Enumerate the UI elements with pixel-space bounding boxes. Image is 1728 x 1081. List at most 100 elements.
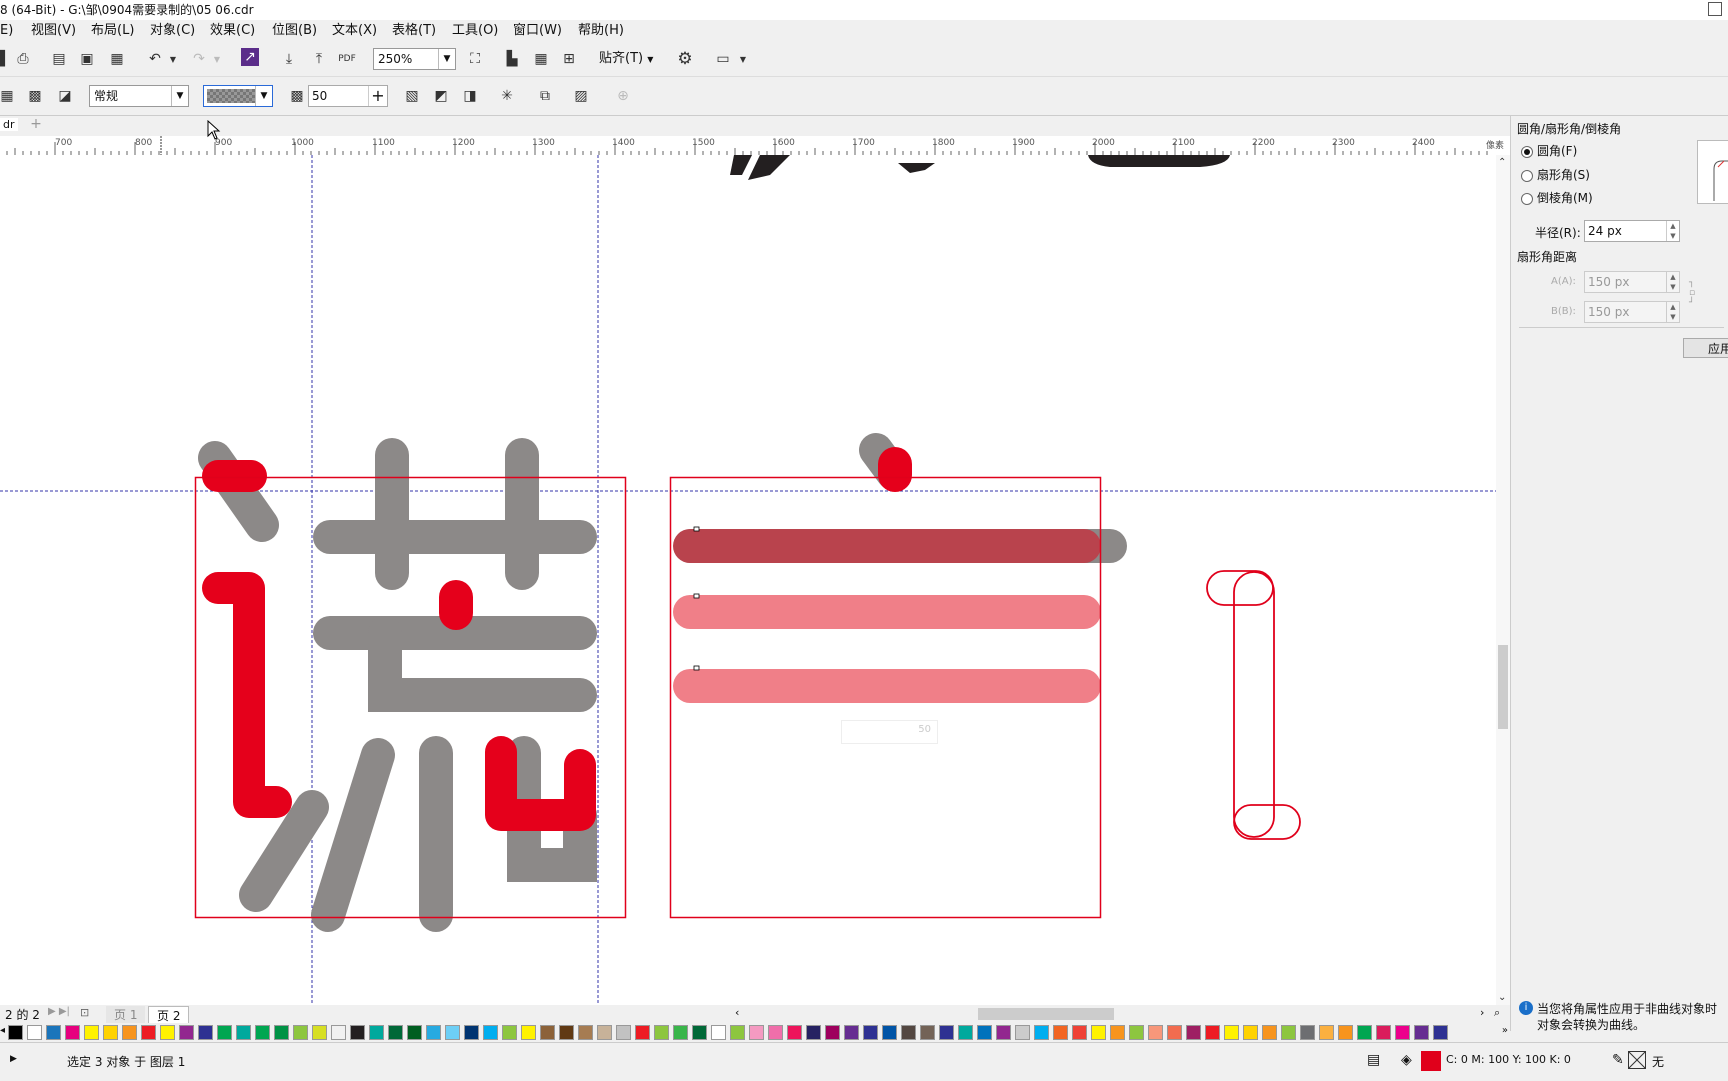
palette-swatch[interactable]	[312, 1025, 327, 1040]
apply-button[interactable]: 应用	[1683, 338, 1728, 358]
floating-transparency-widget[interactable]: 50	[841, 720, 938, 744]
scroll-down-icon[interactable]: ⌄	[1498, 992, 1506, 1003]
palette-swatch[interactable]	[350, 1025, 365, 1040]
radio-chamfer[interactable]	[1521, 192, 1533, 205]
palette-swatch[interactable]	[1319, 1025, 1334, 1040]
option-fillet[interactable]: 圆角(F)	[1521, 142, 1577, 159]
b-distance-input[interactable]: 150 px ▲ ▼	[1584, 301, 1680, 323]
chevron-down-icon[interactable]: ▼	[255, 86, 272, 106]
palette-swatch[interactable]	[1015, 1025, 1030, 1040]
palette-swatch[interactable]	[521, 1025, 536, 1040]
add-page-icon[interactable]: ⊡	[80, 1006, 89, 1019]
palette-swatch[interactable]	[369, 1025, 384, 1040]
transparency-type-icon[interactable]: ▦	[0, 85, 18, 107]
palette-swatch[interactable]	[1395, 1025, 1410, 1040]
palette-swatch[interactable]	[1433, 1025, 1448, 1040]
show-rulers-icon[interactable]: ▙	[501, 48, 523, 70]
palette-swatch[interactable]	[1414, 1025, 1429, 1040]
show-guidelines-icon[interactable]: ⊞	[558, 48, 580, 70]
palette-scroll-left-icon[interactable]: ◂	[0, 1025, 5, 1036]
palette-swatch[interactable]	[1186, 1025, 1201, 1040]
palette-swatch[interactable]	[559, 1025, 574, 1040]
spinner-arrows-icon[interactable]: ▲ ▼	[1666, 221, 1679, 241]
palette-swatch[interactable]	[1357, 1025, 1372, 1040]
palette-swatch[interactable]	[84, 1025, 99, 1040]
palette-swatch[interactable]	[882, 1025, 897, 1040]
print-icon[interactable]: ⎙	[12, 48, 34, 70]
palette-swatch[interactable]	[654, 1025, 669, 1040]
cut-icon[interactable]: ▤	[48, 48, 70, 70]
bitmap-transparency-icon[interactable]: ◪	[54, 85, 76, 107]
palette-swatch[interactable]	[1376, 1025, 1391, 1040]
palette-swatch[interactable]	[673, 1025, 688, 1040]
palette-swatch[interactable]	[635, 1025, 650, 1040]
radius-input[interactable]: 24 px ▲ ▼	[1584, 220, 1680, 242]
fill-color-swatch[interactable]	[1421, 1051, 1441, 1071]
palette-swatch[interactable]	[122, 1025, 137, 1040]
palette-swatch[interactable]	[1338, 1025, 1353, 1040]
scroll-up-icon[interactable]: ⌃	[1498, 157, 1506, 168]
scrollbar-thumb[interactable]	[1498, 645, 1508, 729]
transparency-pattern-picker[interactable]: ▼	[203, 85, 273, 107]
palette-swatch[interactable]	[768, 1025, 783, 1040]
palette-swatch[interactable]	[1224, 1025, 1239, 1040]
palette-swatch[interactable]	[1167, 1025, 1182, 1040]
add-icon[interactable]: ⊕	[612, 85, 634, 107]
radio-scallop[interactable]	[1521, 169, 1533, 182]
zoom-level-combo[interactable]: 250% ▼	[373, 48, 456, 70]
palette-swatch[interactable]	[65, 1025, 80, 1040]
show-grid-icon[interactable]: ▦	[530, 48, 552, 70]
menu-view[interactable]: 视图(V)	[31, 20, 76, 42]
palette-swatch[interactable]	[616, 1025, 631, 1040]
full-screen-icon[interactable]: ⛶	[464, 48, 486, 70]
copy-icon[interactable]: ▣	[76, 48, 98, 70]
palette-swatch[interactable]	[236, 1025, 251, 1040]
palette-swatch[interactable]	[331, 1025, 346, 1040]
outline-none-icon[interactable]	[1628, 1051, 1646, 1069]
palette-swatch[interactable]	[464, 1025, 479, 1040]
palette-swatch[interactable]	[502, 1025, 517, 1040]
pattern-transparency-icon[interactable]: ▩	[24, 85, 46, 107]
option-scallop[interactable]: 扇形角(S)	[1521, 166, 1590, 183]
scroll-right-icon[interactable]: ›	[1480, 1006, 1484, 1019]
spinner-arrows-icon[interactable]: ▲ ▼	[1666, 272, 1679, 292]
add-tab-icon[interactable]: +	[29, 117, 43, 131]
palette-swatch[interactable]	[1243, 1025, 1258, 1040]
publish-pdf-icon[interactable]: PDF	[336, 48, 358, 70]
zoom-icon[interactable]: ⌕	[1494, 1006, 1500, 1020]
edit-transparency-icon[interactable]: ▨	[570, 85, 592, 107]
horizontal-ruler[interactable]: 700 800 900 1000 1100 1200 1300 1400 150…	[0, 136, 1510, 156]
menu-table[interactable]: 表格(T)	[392, 20, 436, 42]
palette-swatch[interactable]	[483, 1025, 498, 1040]
node-handle[interactable]	[693, 593, 700, 599]
palette-swatch[interactable]	[1148, 1025, 1163, 1040]
options-gear-icon[interactable]: ⚙	[674, 48, 696, 70]
import-icon[interactable]: ⤓	[278, 48, 300, 70]
option-chamfer[interactable]: 倒棱角(M)	[1521, 189, 1593, 206]
menu-window[interactable]: 窗口(W)	[513, 20, 562, 42]
palette-swatch[interactable]	[692, 1025, 707, 1040]
palette-swatch[interactable]	[46, 1025, 61, 1040]
menu-bitmaps[interactable]: 位图(B)	[272, 20, 317, 42]
palette-swatch[interactable]	[445, 1025, 460, 1040]
palette-swatch[interactable]	[103, 1025, 118, 1040]
search-content-icon[interactable]: ↗	[241, 48, 259, 66]
menu-effects[interactable]: 效果(C)	[210, 20, 255, 42]
palette-swatch[interactable]	[1205, 1025, 1220, 1040]
chevron-down-icon[interactable]: ▼	[438, 49, 455, 69]
page-tab-1[interactable]: 页 1	[106, 1006, 146, 1023]
palette-swatch[interactable]	[711, 1025, 726, 1040]
palette-swatch[interactable]	[1262, 1025, 1277, 1040]
palette-swatch[interactable]	[1300, 1025, 1315, 1040]
copy-transparency-icon[interactable]: ⧉	[534, 85, 556, 107]
palette-swatch[interactable]	[198, 1025, 213, 1040]
palette-swatch[interactable]	[730, 1025, 745, 1040]
lock-ratio-icon[interactable]: ┐ ▫ ┘	[1689, 278, 1695, 308]
scroll-left-icon[interactable]: ‹	[735, 1006, 739, 1019]
menu-tools[interactable]: 工具(O)	[452, 20, 498, 42]
palette-swatch[interactable]	[806, 1025, 821, 1040]
merge-mode-select[interactable]: 常规 ▼	[89, 85, 189, 107]
outline-transparency-icon[interactable]: ◩	[430, 85, 452, 107]
chevron-down-icon[interactable]: ▼	[171, 86, 188, 106]
palette-swatch[interactable]	[996, 1025, 1011, 1040]
